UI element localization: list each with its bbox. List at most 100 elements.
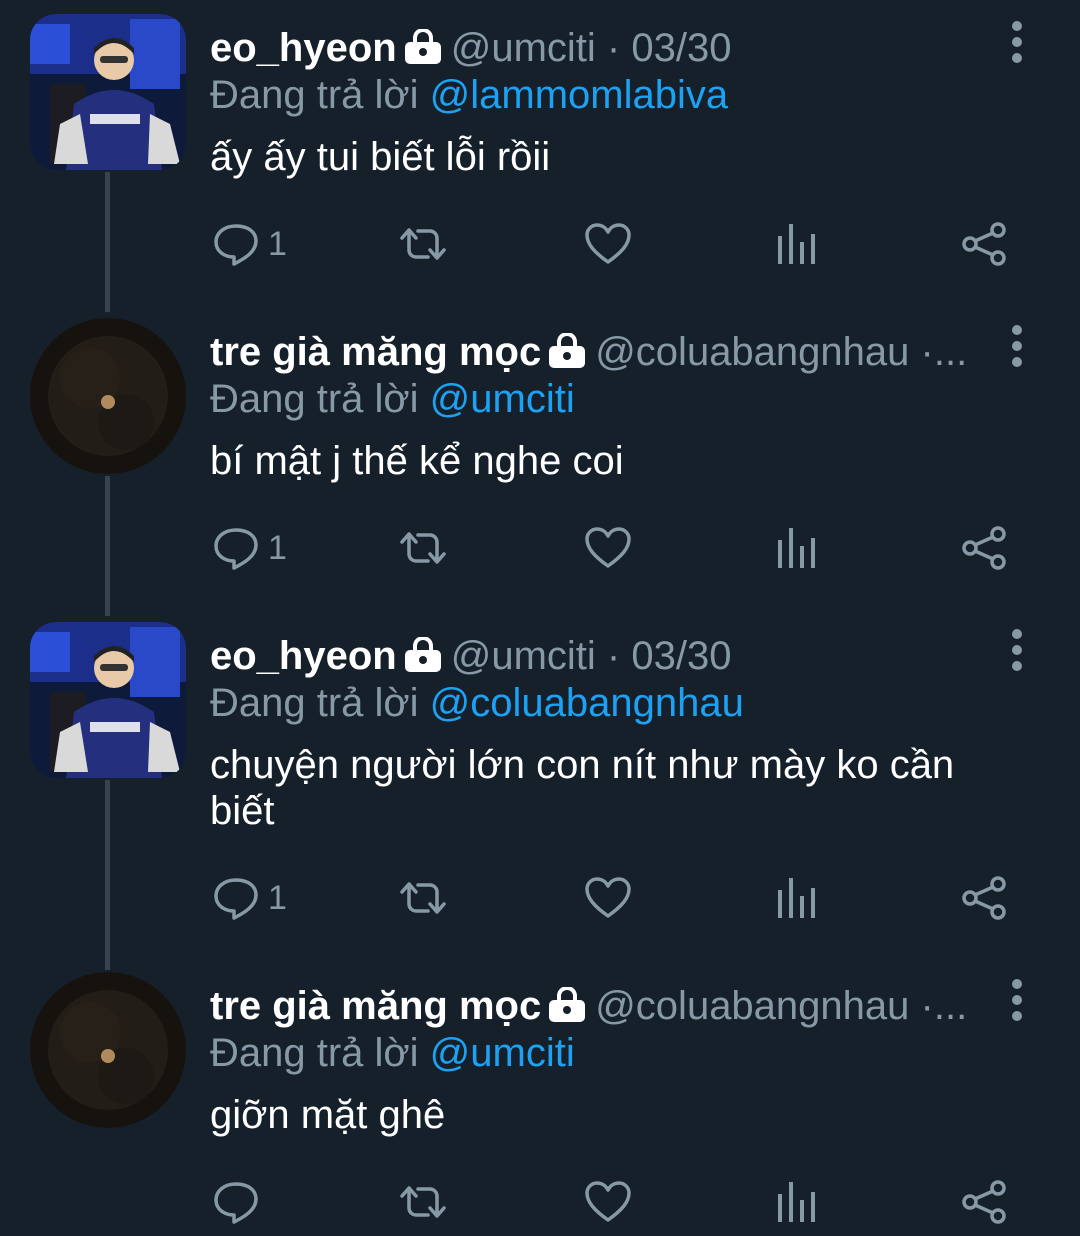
tweet-actions bbox=[210, 1172, 1040, 1232]
replying-to-label: Đang trả lời bbox=[210, 377, 419, 421]
more-vertical-icon[interactable] bbox=[1000, 20, 1034, 64]
reply-button[interactable]: 1 bbox=[212, 214, 287, 274]
tweet-actions: 1 bbox=[210, 518, 1040, 578]
avatar[interactable] bbox=[30, 318, 186, 474]
separator: ·... bbox=[920, 330, 968, 374]
replying-to-user[interactable]: @umciti bbox=[430, 1031, 575, 1075]
lock-icon bbox=[547, 982, 587, 1034]
player-photo-avatar bbox=[30, 622, 186, 778]
replying-to: Đang trả lời @lammomlabiva bbox=[210, 70, 728, 120]
user-handle[interactable]: @coluabangnhau bbox=[595, 330, 909, 374]
tweet[interactable]: eo_hyeon @umciti · 03/30 Đang trả lời @co… bbox=[0, 608, 1080, 958]
analytics-button[interactable] bbox=[774, 214, 818, 274]
tweet[interactable]: tre già măng mọc @coluabangnhau ·... Đang… bbox=[0, 304, 1080, 604]
display-name[interactable]: tre già măng mọc bbox=[210, 984, 541, 1028]
share-icon bbox=[960, 524, 1008, 572]
share-button[interactable] bbox=[960, 1172, 1008, 1232]
retweet-icon bbox=[396, 220, 450, 268]
tweet-header: tre già măng mọc @coluabangnhau ·... bbox=[210, 978, 990, 1034]
reply-button[interactable]: 1 bbox=[212, 868, 287, 928]
tweet[interactable]: eo_hyeon @umciti · 03/30 Đang trả lời @la… bbox=[0, 0, 1080, 300]
analytics-button[interactable] bbox=[774, 1172, 818, 1232]
like-button[interactable] bbox=[584, 868, 632, 928]
retweet-button[interactable] bbox=[396, 518, 450, 578]
analytics-icon bbox=[774, 874, 818, 922]
reply-count: 1 bbox=[268, 528, 287, 567]
heart-icon bbox=[584, 874, 632, 922]
separator: · bbox=[606, 634, 621, 678]
more-vertical-icon[interactable] bbox=[1000, 978, 1034, 1022]
comment-icon bbox=[212, 874, 260, 922]
share-icon bbox=[960, 220, 1008, 268]
like-button[interactable] bbox=[584, 214, 632, 274]
display-name[interactable]: eo_hyeon bbox=[210, 634, 397, 678]
retweet-button[interactable] bbox=[396, 214, 450, 274]
retweet-icon bbox=[396, 1178, 450, 1226]
tweet-actions: 1 bbox=[210, 868, 1040, 928]
retweet-button[interactable] bbox=[396, 868, 450, 928]
reply-button[interactable]: 1 bbox=[212, 518, 287, 578]
comment-icon bbox=[212, 220, 260, 268]
reply-count: 1 bbox=[268, 224, 287, 263]
retweet-icon bbox=[396, 524, 450, 572]
lock-icon bbox=[547, 328, 587, 380]
share-icon bbox=[960, 874, 1008, 922]
tweet-date[interactable]: 03/30 bbox=[631, 634, 731, 678]
replying-to: Đang trả lời @umciti bbox=[210, 374, 575, 424]
analytics-button[interactable] bbox=[774, 868, 818, 928]
user-handle[interactable]: @umciti bbox=[451, 634, 596, 678]
lock-icon bbox=[403, 632, 443, 684]
moon-night-avatar bbox=[30, 318, 186, 474]
heart-icon bbox=[584, 1178, 632, 1226]
tweet-text: giỡn mặt ghê bbox=[210, 1093, 446, 1137]
lock-icon bbox=[403, 24, 443, 76]
display-name[interactable]: tre già măng mọc bbox=[210, 330, 541, 374]
tweet-header: eo_hyeon @umciti · 03/30 bbox=[210, 628, 990, 684]
tweet-actions: 1 bbox=[210, 214, 1040, 274]
separator: ·... bbox=[920, 984, 968, 1028]
replying-to-user[interactable]: @lammomlabiva bbox=[430, 73, 728, 117]
moon-night-avatar bbox=[30, 972, 186, 1128]
tweet-text: bí mật j thế kể nghe coi bbox=[210, 439, 624, 483]
analytics-icon bbox=[774, 1178, 818, 1226]
more-vertical-icon[interactable] bbox=[1000, 628, 1034, 672]
share-button[interactable] bbox=[960, 214, 1008, 274]
replying-to-user[interactable]: @coluabangnhau bbox=[430, 681, 744, 725]
avatar[interactable] bbox=[30, 14, 186, 170]
more-vertical-icon[interactable] bbox=[1000, 324, 1034, 368]
share-button[interactable] bbox=[960, 868, 1008, 928]
replying-to-label: Đang trả lời bbox=[210, 1031, 419, 1075]
tweet-date[interactable]: 03/30 bbox=[631, 26, 731, 70]
user-handle[interactable]: @umciti bbox=[451, 26, 596, 70]
replying-to: Đang trả lời @coluabangnhau bbox=[210, 678, 744, 728]
player-photo-avatar bbox=[30, 14, 186, 170]
replying-to-label: Đang trả lời bbox=[210, 681, 419, 725]
replying-to-label: Đang trả lời bbox=[210, 73, 419, 117]
reply-button[interactable] bbox=[212, 1172, 268, 1232]
reply-count: 1 bbox=[268, 878, 287, 917]
replying-to-user[interactable]: @umciti bbox=[430, 377, 575, 421]
like-button[interactable] bbox=[584, 1172, 632, 1232]
analytics-icon bbox=[774, 524, 818, 572]
separator: · bbox=[606, 26, 621, 70]
replying-to: Đang trả lời @umciti bbox=[210, 1028, 575, 1078]
analytics-button[interactable] bbox=[774, 518, 818, 578]
retweet-button[interactable] bbox=[396, 1172, 450, 1232]
share-icon bbox=[960, 1178, 1008, 1226]
comment-icon bbox=[212, 524, 260, 572]
tweet-text: ấy ấy tui biết lỗi rồii bbox=[210, 135, 551, 179]
avatar[interactable] bbox=[30, 622, 186, 778]
heart-icon bbox=[584, 524, 632, 572]
display-name[interactable]: eo_hyeon bbox=[210, 26, 397, 70]
comment-icon bbox=[212, 1178, 260, 1226]
heart-icon bbox=[584, 220, 632, 268]
share-button[interactable] bbox=[960, 518, 1008, 578]
tweet-header: tre già măng mọc @coluabangnhau ·... bbox=[210, 324, 990, 380]
avatar[interactable] bbox=[30, 972, 186, 1128]
tweet-header: eo_hyeon @umciti · 03/30 bbox=[210, 20, 990, 76]
like-button[interactable] bbox=[584, 518, 632, 578]
retweet-icon bbox=[396, 874, 450, 922]
tweet[interactable]: tre già măng mọc @coluabangnhau ·... Đang… bbox=[0, 958, 1080, 1236]
user-handle[interactable]: @coluabangnhau bbox=[595, 984, 909, 1028]
analytics-icon bbox=[774, 220, 818, 268]
